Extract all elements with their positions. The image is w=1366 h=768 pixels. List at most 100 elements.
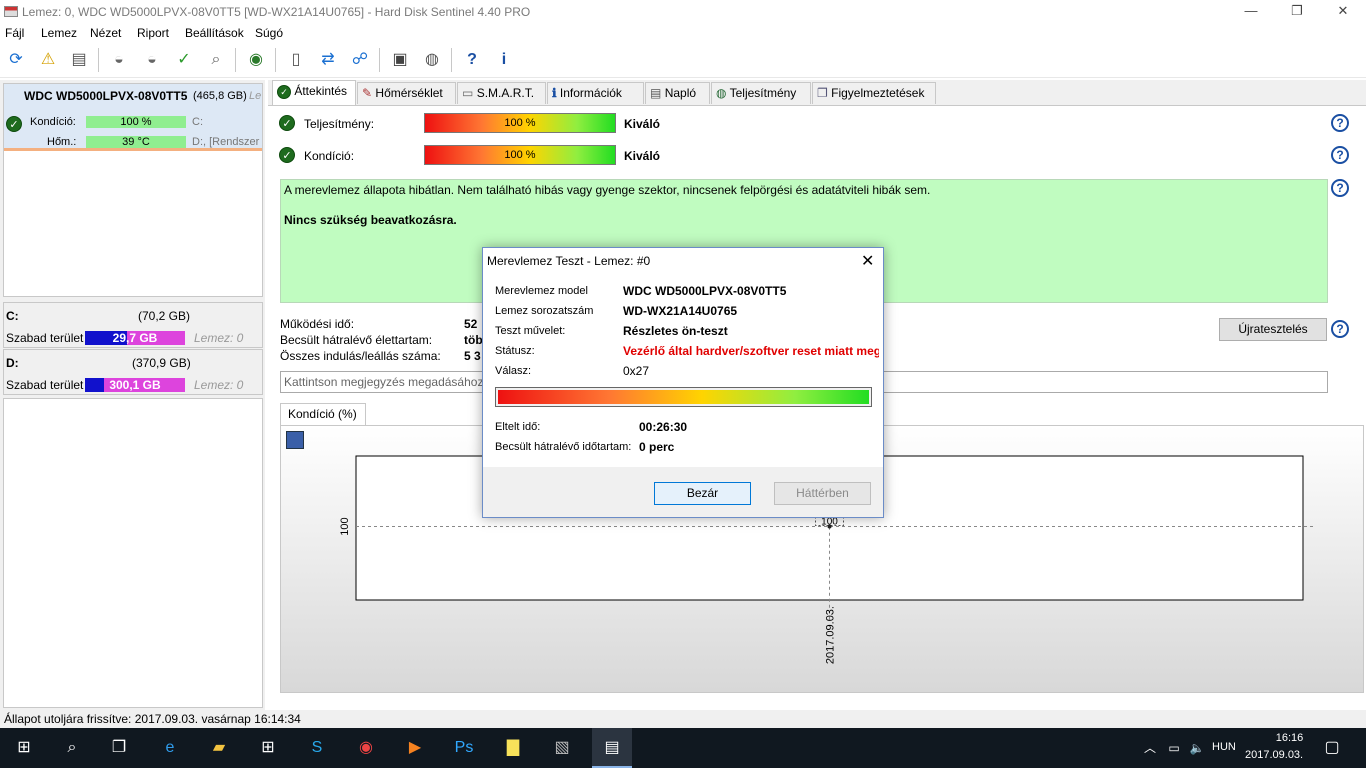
free-space-value: 300,1 GB: [109, 378, 161, 392]
log-icon: ▤: [650, 86, 662, 100]
toolbar-separator: [98, 48, 99, 72]
retest-button[interactable]: Újratesztelés: [1219, 318, 1327, 341]
info-icon[interactable]: i: [491, 47, 517, 73]
tab-performance[interactable]: ◍ Teljesítmény: [711, 82, 811, 104]
language-indicator[interactable]: HUN: [1212, 741, 1236, 753]
data-point: [827, 524, 832, 529]
menu-report[interactable]: Riport: [137, 26, 169, 40]
photoshop-icon[interactable]: Ps: [450, 734, 478, 762]
tab-information[interactable]: ℹ Információk: [547, 82, 644, 104]
start-stop-value: 5 3: [464, 349, 481, 363]
background-button[interactable]: Háttérben: [774, 482, 871, 505]
status-value: Vezérlő által hardver/szoftver reset mia…: [623, 344, 879, 358]
search-icon[interactable]: ⌕: [58, 734, 86, 762]
response-value: 0x27: [623, 364, 650, 378]
thermometer-icon: ✎: [362, 86, 373, 100]
skype-icon[interactable]: S: [303, 734, 331, 762]
sync-icon[interactable]: ⇄: [315, 47, 341, 73]
tab-alerts[interactable]: ❐ Figyelmeztetések: [812, 82, 936, 104]
tab-overview[interactable]: ✓ Áttekintés: [272, 80, 356, 105]
uptime-value: 52: [464, 317, 478, 331]
menu-bar: Fájl Lemez Nézet Riport Beállítások Súgó: [0, 24, 1366, 42]
document-icon[interactable]: ▯: [283, 47, 309, 73]
notification-icon[interactable]: ▢: [1318, 734, 1346, 762]
store-icon[interactable]: ⊞: [254, 734, 282, 762]
left-empty-area: [3, 398, 263, 708]
taskbar: ⊞ ⌕ ❐ e ▰ ⊞ S ◉ ▶ Ps ▇ ▧ ▤ ︿ ▭ 🔈 HUN 16:…: [0, 728, 1366, 768]
performance-bar: 100 %: [424, 113, 616, 133]
condition-help-icon[interactable]: ?: [1331, 146, 1349, 164]
clock-time[interactable]: 16:16: [1262, 732, 1317, 744]
status-bar: Állapot utoljára frissítve: 2017.09.03. …: [0, 710, 1366, 728]
file-explorer-icon[interactable]: ▰: [205, 734, 233, 762]
volume-size: (70,2 GB): [138, 309, 191, 323]
menu-help[interactable]: Súgó: [255, 26, 283, 40]
edge-icon[interactable]: e: [156, 734, 184, 762]
dialog-title: Merevlemez Teszt - Lemez: #0: [487, 254, 651, 268]
free-space-value: 29,7 GB: [112, 331, 158, 345]
disk-tool-2-icon[interactable]: ◒: [139, 47, 165, 73]
volume-d[interactable]: D: (370,9 GB) Szabad terület 300,1 GB Le…: [3, 349, 263, 395]
warning-icon[interactable]: ⚠: [35, 47, 61, 73]
tab-smart[interactable]: ▭ S.M.A.R.T.: [457, 82, 546, 104]
condition-bar: 100 %: [424, 145, 616, 165]
model-label: Merevlemez model: [495, 285, 588, 297]
hard-disk-sentinel-taskbar-icon[interactable]: ▤: [592, 728, 632, 768]
close-button[interactable]: Bezár: [654, 482, 751, 505]
globe-icon[interactable]: ◉: [243, 47, 269, 73]
left-panel: WDC WD5000LPVX-08V0TT5 (465,8 GB) Le ✓ K…: [0, 80, 265, 710]
condition-rating: Kiváló: [624, 149, 661, 163]
menu-disk[interactable]: Lemez: [41, 26, 77, 40]
volume-icon[interactable]: 🔈: [1183, 734, 1211, 762]
minimize-button[interactable]: —: [1228, 0, 1274, 24]
task-view-icon[interactable]: ❐: [105, 734, 133, 762]
media-player-icon[interactable]: ▶: [401, 734, 429, 762]
tab-log[interactable]: ▤ Napló: [645, 82, 710, 104]
remaining-life-label: Becsült hátralévő élettartam:: [280, 333, 433, 347]
test-progress-fill: [498, 390, 869, 404]
remaining-time-label: Becsült hátralévő időtartam:: [495, 441, 632, 453]
status-help-icon[interactable]: ?: [1331, 179, 1349, 197]
test-progress-bar: [495, 387, 872, 407]
monitor-icon[interactable]: ▧: [548, 734, 576, 762]
info-icon: ℹ: [552, 86, 557, 100]
disk-tool-1-icon[interactable]: ◒: [106, 47, 132, 73]
menu-view[interactable]: Nézet: [90, 26, 121, 40]
menu-settings[interactable]: Beállítások: [185, 26, 244, 40]
dialog-close-icon[interactable]: ✕: [861, 251, 874, 271]
chrome-icon[interactable]: ◉: [352, 734, 380, 762]
disk-size: (465,8 GB): [193, 90, 247, 102]
disk-icon[interactable]: ▤: [66, 47, 92, 73]
uptime-label: Működési idő:: [280, 317, 355, 331]
free-space-bar: 29,7 GB: [85, 331, 185, 345]
disk-search-icon[interactable]: ⌕: [203, 47, 229, 73]
sticky-notes-icon[interactable]: ▇: [499, 734, 527, 762]
tab-temperature[interactable]: ✎ Hőmérséklet: [357, 82, 456, 104]
menu-file[interactable]: Fájl: [5, 26, 24, 40]
speaker-icon[interactable]: ◍: [419, 47, 445, 73]
terminal-icon[interactable]: ▣: [387, 47, 413, 73]
performance-rating: Kiváló: [624, 117, 661, 131]
disk-item[interactable]: WDC WD5000LPVX-08V0TT5 (465,8 GB) Le ✓ K…: [4, 84, 262, 151]
condition-bar: 100 %: [86, 116, 186, 128]
network-icon[interactable]: ☍: [347, 47, 373, 73]
free-space-label: Szabad terület: [6, 378, 84, 392]
toolbar: ⟳ ⚠ ▤ ◒ ◒ ✓ ⌕ ◉ ▯ ⇄ ☍ ▣ ◍ ? i: [0, 42, 1366, 78]
toolbar-separator: [275, 48, 276, 72]
volume-c[interactable]: C: (70,2 GB) Szabad terület 29,7 GB Leme…: [3, 302, 263, 348]
clock-date[interactable]: 2017.09.03.: [1245, 749, 1303, 761]
temp-bar: 39 °C: [86, 136, 186, 148]
dialog-title-bar: Merevlemez Teszt - Lemez: #0 ✕: [483, 248, 883, 274]
maximize-button[interactable]: ❐: [1274, 0, 1320, 24]
tab-condition-chart[interactable]: Kondíció (%): [280, 403, 366, 426]
refresh-icon[interactable]: ⟳: [3, 47, 29, 73]
close-window-button[interactable]: ✕: [1320, 0, 1366, 24]
retest-help-icon[interactable]: ?: [1331, 320, 1349, 338]
test-operation-value: Részletes ön-teszt: [623, 324, 728, 338]
windows-start-icon[interactable]: ⊞: [10, 734, 38, 762]
performance-help-icon[interactable]: ?: [1331, 114, 1349, 132]
toolbar-separator: [451, 48, 452, 72]
disk-check-icon[interactable]: ✓: [171, 47, 197, 73]
drive-d-label: D:, [Rendszer: [192, 136, 260, 148]
help-icon[interactable]: ?: [459, 47, 485, 73]
